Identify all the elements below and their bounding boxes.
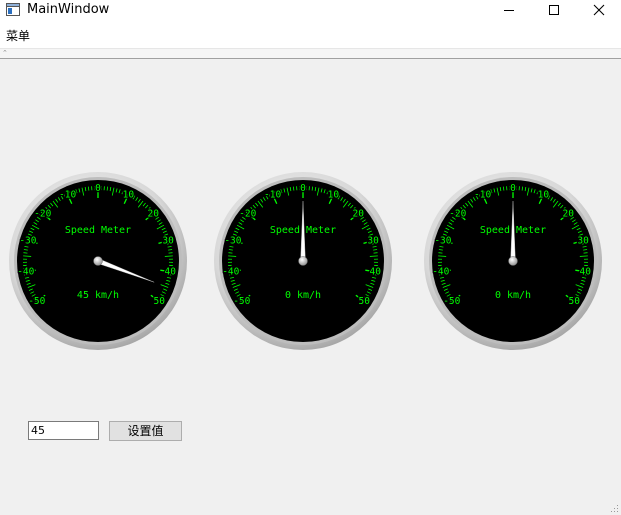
- title-bar: MainWindow: [0, 0, 621, 20]
- gauge-tick: [23, 255, 32, 257]
- maximize-icon: [549, 5, 559, 15]
- resize-grip-icon[interactable]: [609, 503, 619, 513]
- gauge-hub: [298, 256, 308, 266]
- gauge-tick-label: -40: [17, 267, 34, 278]
- gauge-tick-label: -50: [233, 296, 250, 307]
- set-value-button[interactable]: 设置值: [109, 421, 182, 441]
- gauge-tick-label: 50: [568, 296, 580, 307]
- gauge-tick-label: -50: [28, 296, 45, 307]
- toolbar-handle-icon[interactable]: ⌃: [2, 50, 8, 57]
- gauge-tick-label: 20: [148, 208, 160, 219]
- gauge-tick-label: -30: [224, 236, 241, 247]
- speed-gauge-3: -50-40-30-20-1001020304050Speed Meter0 k…: [424, 172, 602, 350]
- gauge-tick-label: 30: [162, 236, 174, 247]
- menu-bar: 菜单: [0, 20, 621, 48]
- gauge-tick-label: -10: [474, 190, 491, 201]
- gauge-tick-label: 20: [353, 208, 365, 219]
- gauge-tick: [164, 255, 173, 257]
- gauge-tick: [521, 186, 524, 191]
- gauge-tick: [369, 255, 378, 257]
- gauge-tick: [579, 255, 588, 257]
- gauge-tick-label: 50: [358, 296, 370, 307]
- close-icon: [593, 4, 605, 16]
- gauge-tick-label: 50: [153, 296, 165, 307]
- gauge-tick-label: -40: [432, 267, 449, 278]
- gauge-hub: [508, 256, 518, 266]
- gauge-tick-label: -10: [59, 190, 76, 201]
- gauge-tick-label: 40: [579, 267, 591, 278]
- gauge-tick-label: 10: [538, 190, 550, 201]
- close-button[interactable]: [576, 0, 621, 20]
- gauge-tick-label: 10: [328, 190, 340, 201]
- window-title: MainWindow: [27, 2, 110, 17]
- gauge-tick-label: 40: [164, 267, 176, 278]
- gauge-tick-label: 30: [367, 236, 379, 247]
- gauge-tick-label: -10: [264, 190, 281, 201]
- gauge-tick-label: 10: [123, 190, 135, 201]
- gauge-tick: [87, 186, 90, 191]
- value-input[interactable]: [28, 421, 99, 440]
- gauge-tick-label: 0: [510, 183, 516, 194]
- gauge-tick-label: 0: [300, 183, 306, 194]
- maximize-button[interactable]: [531, 0, 577, 20]
- gauge-tick-label: 20: [563, 208, 575, 219]
- gauge-tick-label: -20: [449, 208, 466, 219]
- gauge-tick-label: -20: [239, 208, 256, 219]
- speed-gauge-1: -50 -40 -30 -20 -10 0 10 20 30 40 50 Speed Meter 45 …: [9, 172, 187, 350]
- gauge-tick-label: 40: [369, 267, 381, 278]
- gauge-tick-label: 30: [577, 236, 589, 247]
- gauge-hub: [93, 256, 103, 266]
- gauge-tick: [228, 255, 237, 257]
- toolbar: ⌃: [0, 48, 621, 59]
- gauge-tick: [106, 186, 109, 191]
- gauge-readout: 0 km/h: [285, 290, 321, 301]
- gauge-tick-label: -50: [443, 296, 460, 307]
- gauge-tick-label: -30: [434, 236, 451, 247]
- gauge-tick-label: 0: [95, 183, 101, 194]
- gauge-tick: [438, 255, 447, 257]
- app-window-icon: [6, 3, 20, 16]
- gauge-tick: [292, 186, 295, 191]
- gauge-tick-label: -40: [222, 267, 239, 278]
- gauge-title: Speed Meter: [65, 225, 131, 236]
- gauge-tick: [502, 186, 505, 191]
- minimize-icon: [504, 10, 514, 11]
- gauge-readout: 0 km/h: [495, 290, 531, 301]
- gauge-tick-label: -30: [19, 236, 36, 247]
- minimize-button[interactable]: [486, 0, 532, 20]
- menu-item-main[interactable]: 菜单: [6, 29, 30, 43]
- speed-gauge-2: -50-40-30-20-1001020304050Speed Meter0 k…: [214, 172, 392, 350]
- gauge-tick-label: -20: [34, 208, 51, 219]
- gauge-readout: 45 km/h: [77, 290, 119, 301]
- gauge-tick: [311, 186, 314, 191]
